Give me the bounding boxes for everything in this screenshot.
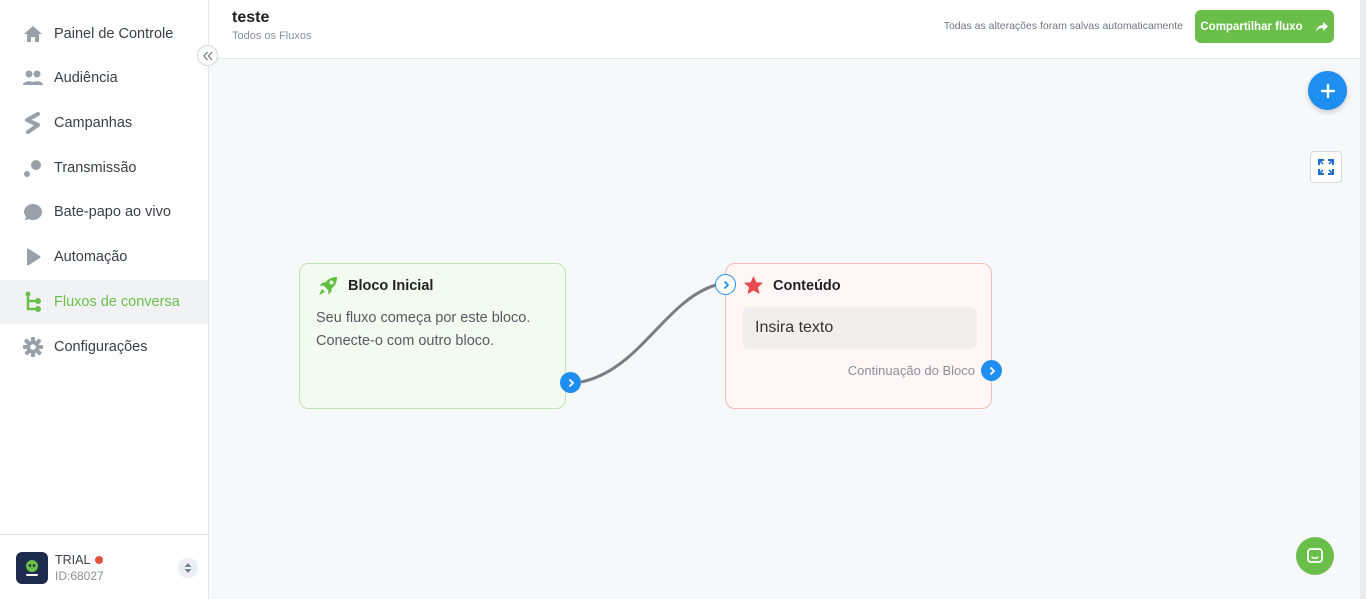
sidebar-item-label: Painel de Controle [54, 26, 174, 42]
sidebar: Painel de Controle Audiência Campanhas T… [0, 0, 209, 599]
save-status: Todas as alterações foram salvas automat… [943, 20, 1183, 32]
campaign-icon [22, 112, 44, 134]
home-icon [22, 23, 44, 45]
page-title: teste [232, 9, 270, 26]
share-arrow-icon [1315, 21, 1328, 32]
star-icon [744, 276, 763, 294]
status-dot [95, 556, 104, 564]
sidebar-item-label: Audiência [54, 70, 118, 86]
start-block-title: Bloco Inicial [348, 278, 434, 294]
start-block-output-port[interactable] [560, 372, 581, 393]
chevron-right-icon [568, 378, 574, 387]
sidebar-item-label: Automação [54, 249, 128, 265]
users-icon [22, 67, 44, 89]
chevron-right-icon [723, 280, 729, 289]
account-plan: TRIAL [55, 553, 104, 567]
collapse-sidebar-button[interactable] [197, 45, 218, 66]
content-block-input-port[interactable] [715, 274, 736, 295]
avatar [16, 552, 48, 584]
sidebar-item-label: Campanhas [54, 115, 133, 131]
account-id: ID:68027 [55, 569, 104, 583]
content-block-header: Conteúdo [743, 275, 841, 296]
sidebar-item-audience[interactable]: Audiência [0, 56, 208, 100]
rocket-icon [319, 277, 337, 295]
share-flow-label: Compartilhar fluxo [1200, 20, 1303, 33]
sidebar-item-label: Fluxos de conversa [54, 294, 180, 310]
gear-icon [22, 336, 44, 358]
start-block-description: Seu fluxo começa por este bloco. Conecte… [316, 310, 531, 349]
broadcast-icon [22, 157, 44, 179]
share-flow-button[interactable]: Compartilhar fluxo [1195, 10, 1334, 43]
sidebar-item-campaigns[interactable]: Campanhas [0, 101, 208, 145]
sidebar-item-label: Bate-papo ao vivo [54, 204, 171, 220]
scrollbar[interactable] [1360, 0, 1366, 599]
sidebar-item-label: Configurações [54, 339, 148, 355]
flow-icon [22, 291, 44, 313]
sidebar-item-settings[interactable]: Configurações [0, 325, 208, 369]
sidebar-item-automation[interactable]: Automação [0, 235, 208, 279]
content-block[interactable]: Conteúdo Insira texto Continuação do Blo… [725, 263, 992, 409]
sidebar-item-label: Transmissão [54, 160, 137, 176]
chat-bubble-icon [22, 201, 44, 223]
sidebar-item-live-chat[interactable]: Bate-papo ao vivo [0, 190, 208, 234]
expand-icon [1318, 159, 1334, 175]
account-switcher[interactable]: TRIAL ID:68027 [0, 534, 208, 599]
content-block-output-port[interactable] [981, 360, 1002, 381]
sidebar-item-conversation-flows[interactable]: Fluxos de conversa [0, 280, 208, 324]
continuation-label: Continuação do Bloco [847, 363, 975, 378]
sort-arrows-icon[interactable] [178, 558, 198, 578]
header: teste Todos os Fluxos Todas as alteraçõe… [209, 0, 1360, 59]
add-block-button[interactable] [1308, 71, 1347, 110]
double-chevron-left-icon [202, 51, 212, 60]
content-block-title: Conteúdo [773, 277, 841, 294]
play-icon [22, 246, 44, 268]
start-block-header: Bloco Inicial [317, 275, 433, 297]
support-chat-button[interactable] [1296, 537, 1334, 575]
sidebar-item-dashboard[interactable]: Painel de Controle [0, 12, 208, 56]
fullscreen-button[interactable] [1310, 151, 1342, 183]
plus-icon [1320, 83, 1335, 98]
breadcrumb[interactable]: Todos os Fluxos [232, 30, 311, 42]
start-block[interactable]: Bloco Inicial Seu fluxo começa por este … [299, 263, 566, 409]
message-icon [1307, 548, 1323, 563]
account-plan-label: TRIAL [55, 553, 91, 567]
sidebar-item-broadcast[interactable]: Transmissão [0, 146, 208, 190]
chevron-right-icon [989, 366, 995, 375]
text-input[interactable]: Insira texto [742, 307, 977, 349]
